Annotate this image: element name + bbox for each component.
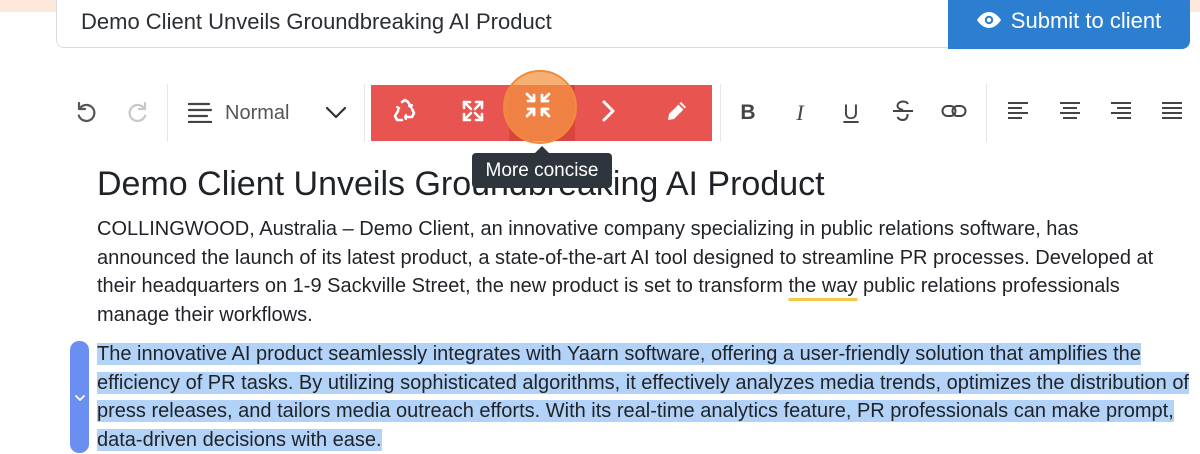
more-concise-tooltip: More concise xyxy=(472,146,612,188)
strikethrough-button[interactable] xyxy=(889,84,917,142)
paragraph-selected[interactable]: The innovative AI product seamlessly int… xyxy=(97,340,1192,454)
title-input-value: Demo Client Unveils Groundbreaking AI Pr… xyxy=(81,9,552,34)
chevron-right-icon xyxy=(602,100,616,127)
expand-button[interactable] xyxy=(443,85,503,141)
underline-button[interactable]: U xyxy=(837,84,865,142)
align-center-icon xyxy=(1059,101,1081,126)
paragraph-lines-icon xyxy=(187,101,213,128)
paragraph-intro[interactable]: COLLINGWOOD, Australia – Demo Client, an… xyxy=(97,215,1172,329)
recycle-icon xyxy=(392,98,418,129)
title-input[interactable]: Demo Client Unveils Groundbreaking AI Pr… xyxy=(56,0,956,48)
continue-button[interactable] xyxy=(579,85,639,141)
toolbar-divider xyxy=(720,84,721,142)
pencil-icon xyxy=(664,98,690,129)
bold-button[interactable]: B xyxy=(734,84,762,142)
strikethrough-icon xyxy=(891,99,915,127)
eye-icon xyxy=(976,8,1001,34)
flagged-phrase[interactable]: the way xyxy=(788,275,857,297)
block-handle[interactable] xyxy=(70,341,89,453)
justify-button[interactable] xyxy=(1159,84,1185,142)
align-left-button[interactable] xyxy=(1005,84,1031,142)
compress-arrows-icon[interactable] xyxy=(524,91,552,124)
text-style-label: Normal xyxy=(225,101,290,124)
toolbar-divider xyxy=(364,84,365,142)
chevron-down-icon xyxy=(74,388,85,406)
link-button[interactable] xyxy=(940,84,968,142)
align-left-icon xyxy=(1007,101,1029,126)
align-right-button[interactable] xyxy=(1108,84,1134,142)
submit-label: Submit to client xyxy=(1010,7,1162,33)
undo-icon[interactable] xyxy=(70,84,102,142)
document-heading[interactable]: Demo Client Unveils Groundbreaking AI Pr… xyxy=(97,163,825,205)
selected-text: The innovative AI product seamlessly int… xyxy=(97,343,1189,451)
chevron-down-icon xyxy=(325,106,347,124)
align-right-icon xyxy=(1110,101,1132,126)
italic-button[interactable]: I xyxy=(786,84,814,142)
submit-to-client-button[interactable]: Submit to client xyxy=(948,0,1190,49)
editor-toolbar: Normal B I U xyxy=(0,84,1200,142)
toolbar-divider xyxy=(167,84,168,142)
text-style-dropdown[interactable]: Normal xyxy=(186,84,356,142)
toolbar-divider xyxy=(986,84,987,142)
expand-arrows-icon xyxy=(461,99,485,128)
link-icon xyxy=(941,103,967,124)
rephrase-button[interactable] xyxy=(375,85,435,141)
redo-icon[interactable] xyxy=(122,84,154,142)
align-center-button[interactable] xyxy=(1057,84,1083,142)
justify-icon xyxy=(1161,101,1183,126)
edit-button[interactable] xyxy=(647,85,707,141)
